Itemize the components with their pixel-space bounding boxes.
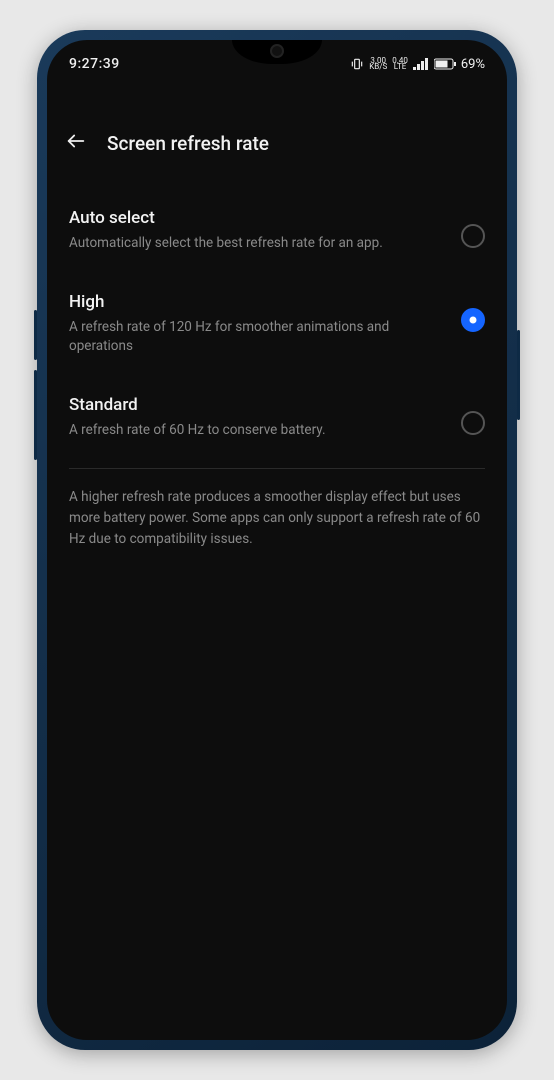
side-button (517, 330, 520, 420)
side-button (34, 310, 37, 360)
side-button (34, 370, 37, 460)
option-high[interactable]: High A refresh rate of 120 Hz for smooth… (69, 274, 485, 377)
page-header: Screen refresh rate (47, 130, 507, 156)
phone-screen: 9:27:39 3.00 KB/S 0.40 LTE (47, 40, 507, 1040)
battery-percentage: 69% (461, 57, 485, 72)
status-time: 9:27:39 (69, 56, 120, 72)
signal-icon (413, 58, 429, 70)
phone-frame: 9:27:39 3.00 KB/S 0.40 LTE (37, 30, 517, 1050)
option-title: High (69, 292, 445, 312)
divider (69, 468, 485, 469)
option-standard[interactable]: Standard A refresh rate of 60 Hz to cons… (69, 377, 485, 461)
data-rate-indicator: 3.00 KB/S (369, 58, 387, 71)
option-description: A refresh rate of 60 Hz to conserve batt… (69, 421, 445, 441)
vibrate-icon (350, 57, 364, 71)
radio-standard[interactable] (461, 411, 485, 435)
option-title: Standard (69, 395, 445, 415)
page-title: Screen refresh rate (107, 132, 269, 155)
option-auto-select[interactable]: Auto select Automatically select the bes… (69, 190, 485, 274)
option-title: Auto select (69, 208, 445, 228)
network-type-indicator: 0.40 LTE (392, 58, 408, 71)
radio-high[interactable] (461, 308, 485, 332)
options-container: Auto select Automatically select the bes… (47, 190, 507, 550)
footer-note: A higher refresh rate produces a smoothe… (69, 487, 485, 550)
status-indicators: 3.00 KB/S 0.40 LTE (350, 57, 485, 72)
radio-auto-select[interactable] (461, 224, 485, 248)
back-arrow-icon[interactable] (65, 130, 87, 156)
option-description: A refresh rate of 120 Hz for smoother an… (69, 318, 445, 357)
battery-icon (434, 58, 456, 70)
option-description: Automatically select the best refresh ra… (69, 234, 445, 254)
